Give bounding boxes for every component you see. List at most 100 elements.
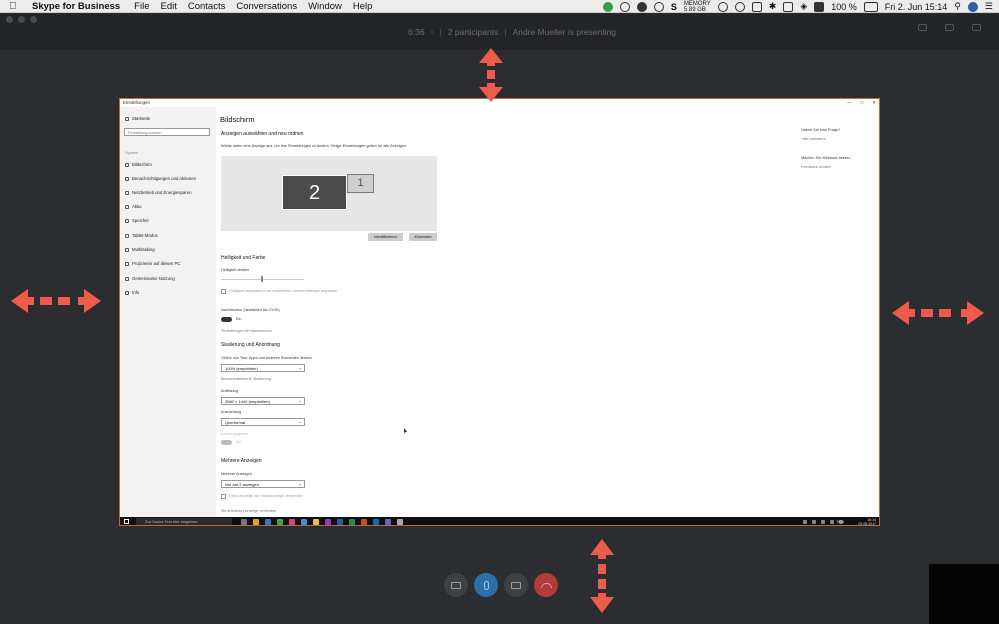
monitor-2[interactable]: 2 bbox=[282, 175, 347, 210]
main-display-label: Diese Anzeige als Hauptanzeige verwenden bbox=[229, 494, 304, 498]
onenote-icon[interactable] bbox=[325, 519, 331, 525]
orientation-select[interactable]: Querformat bbox=[221, 418, 305, 426]
self-view-video[interactable] bbox=[929, 564, 999, 624]
battery-percent[interactable]: 100 % bbox=[831, 2, 857, 12]
auto-brightness-checkbox[interactable] bbox=[221, 289, 226, 294]
menu-conversations[interactable]: Conversations bbox=[236, 1, 297, 12]
participants-icon[interactable] bbox=[918, 24, 927, 31]
tray-battery-icon[interactable] bbox=[830, 520, 834, 524]
resolution-select[interactable]: 2560 × 1440 (empfohlen) bbox=[221, 397, 305, 405]
zoom-window-button[interactable] bbox=[30, 16, 37, 23]
detect-button[interactable]: Erkennen bbox=[409, 233, 437, 241]
time-machine-icon[interactable] bbox=[734, 1, 745, 12]
task-view-icon[interactable] bbox=[241, 519, 247, 525]
airplay-icon[interactable] bbox=[783, 1, 794, 12]
timer-icon[interactable] bbox=[636, 1, 647, 12]
clock[interactable]: Fri 2. Jun 15:14 bbox=[885, 2, 948, 12]
moon-icon[interactable] bbox=[619, 1, 630, 12]
store-icon[interactable] bbox=[289, 519, 295, 525]
multitasking-icon bbox=[125, 247, 129, 252]
sidebar-item-battery[interactable]: Akku bbox=[125, 204, 142, 209]
settings-search-input[interactable]: Einstellung suchen bbox=[124, 128, 210, 136]
spotlight-icon[interactable]: ⚲ bbox=[954, 1, 961, 12]
shared-screen[interactable]: Einstellungen — □ ✕ Startseite Einstellu… bbox=[119, 98, 880, 526]
main-display-checkbox[interactable] bbox=[221, 494, 226, 499]
sidebar-item-sharing[interactable]: Gemeinsame Nutzung bbox=[125, 276, 175, 281]
status-green-icon[interactable] bbox=[602, 1, 613, 12]
bluetooth-icon[interactable]: ✱ bbox=[769, 1, 777, 12]
multi-display-select[interactable]: Nur auf 2 anzeigen bbox=[221, 480, 305, 488]
maximize-icon[interactable]: □ bbox=[861, 100, 864, 106]
sidebar-item-projecting[interactable]: Projizieren auf diesen PC bbox=[125, 261, 181, 266]
scale-select[interactable]: 100% (empfohlen) bbox=[221, 364, 305, 372]
apple-menu-icon[interactable]:  bbox=[9, 1, 21, 12]
app-menu[interactable]: Skype for Business bbox=[32, 1, 120, 12]
participants-count[interactable]: 2 participants bbox=[448, 27, 499, 37]
chrome-icon[interactable] bbox=[253, 519, 259, 525]
minimize-window-button[interactable] bbox=[18, 16, 25, 23]
menu-window[interactable]: Window bbox=[308, 1, 342, 12]
sidebar-item-notifications[interactable]: Benachrichtigungen und Aktionen bbox=[125, 176, 196, 181]
explorer-icon[interactable] bbox=[313, 519, 319, 525]
close-window-button[interactable] bbox=[6, 16, 13, 23]
display-arrangement[interactable]: 2 1 bbox=[221, 156, 437, 231]
taskbar-language[interactable]: DEU bbox=[837, 520, 844, 524]
mute-button[interactable] bbox=[474, 573, 498, 597]
rotation-lock-toggle[interactable] bbox=[221, 440, 232, 445]
chat-icon[interactable] bbox=[945, 24, 954, 31]
headphones-icon[interactable] bbox=[653, 1, 664, 12]
battery-icon[interactable] bbox=[863, 1, 878, 12]
skype-icon[interactable] bbox=[385, 519, 391, 525]
tray-network-icon[interactable] bbox=[812, 520, 816, 524]
close-icon[interactable]: ✕ bbox=[872, 100, 876, 106]
outlook-icon[interactable] bbox=[373, 519, 379, 525]
menu-file[interactable]: File bbox=[134, 1, 149, 12]
cloud-icon[interactable] bbox=[751, 1, 762, 12]
menu-contacts[interactable]: Contacts bbox=[188, 1, 226, 12]
keyboard-icon[interactable] bbox=[814, 1, 825, 12]
custom-scaling-link[interactable]: Benutzerdefinierte Skalierung bbox=[221, 377, 271, 381]
brightness-slider-thumb[interactable] bbox=[261, 276, 263, 282]
identify-button[interactable]: Identifizieren bbox=[368, 233, 403, 241]
mail-icon[interactable] bbox=[301, 519, 307, 525]
sidebar-item-home[interactable]: Startseite bbox=[125, 116, 150, 121]
windows-start-icon[interactable] bbox=[124, 519, 129, 524]
sidebar-item-storage[interactable]: Speicher bbox=[125, 218, 149, 223]
tablet-icon bbox=[125, 233, 129, 238]
memory-indicator[interactable]: MEMORY 5.89 GB bbox=[684, 1, 711, 13]
menu-help[interactable]: Help bbox=[353, 1, 373, 12]
hang-up-button[interactable] bbox=[534, 573, 558, 597]
word-icon[interactable] bbox=[337, 519, 343, 525]
monitor-1[interactable]: 1 bbox=[347, 174, 374, 193]
get-help-link[interactable]: Hilfe anfordern bbox=[801, 137, 826, 141]
skype-status-icon[interactable]: S bbox=[671, 2, 677, 12]
sidebar-item-display[interactable]: Bildschirm bbox=[125, 162, 152, 167]
app-icon[interactable] bbox=[277, 519, 283, 525]
tray-chevron-icon[interactable] bbox=[803, 520, 807, 524]
sidebar-item-info[interactable]: Info bbox=[125, 290, 139, 295]
taskbar-search-input[interactable]: Zur Suche Text hier eingeben bbox=[136, 518, 232, 525]
share-button[interactable] bbox=[504, 573, 528, 597]
feedback-link[interactable]: Feedback senden bbox=[801, 165, 831, 169]
sidebar-item-power[interactable]: Netzbetrieb und Energiesparen bbox=[125, 190, 191, 195]
sidebar-item-multitasking[interactable]: Multitasking bbox=[125, 247, 155, 252]
menu-edit[interactable]: Edit bbox=[160, 1, 176, 12]
minimize-icon[interactable]: — bbox=[847, 100, 852, 106]
edge-icon[interactable] bbox=[265, 519, 271, 525]
sidebar-item-tablet[interactable]: Tablet-Modus bbox=[125, 233, 158, 238]
wireless-display-link[interactable]: Mit drahtloser Anzeige verbinden bbox=[221, 509, 276, 513]
video-button[interactable] bbox=[444, 573, 468, 597]
night-mode-toggle[interactable] bbox=[221, 317, 232, 322]
user-icon[interactable] bbox=[967, 1, 978, 12]
tray-volume-icon[interactable] bbox=[821, 520, 825, 524]
night-mode-settings-link[interactable]: Einstellungen für Nachtmodus bbox=[221, 329, 272, 333]
excel-icon[interactable] bbox=[349, 519, 355, 525]
notification-center-icon[interactable]: ☰ bbox=[985, 1, 993, 12]
more-icon[interactable] bbox=[972, 24, 981, 31]
sync-icon[interactable] bbox=[717, 1, 728, 12]
settings-app-icon[interactable] bbox=[397, 519, 403, 525]
wifi-icon[interactable]: ◈ bbox=[800, 1, 807, 12]
powerpoint-icon[interactable] bbox=[361, 519, 367, 525]
orientation-label: Ausrichtung bbox=[221, 410, 242, 414]
taskbar-clock[interactable]: DEU 15:14 02.06.2017 bbox=[837, 518, 876, 525]
